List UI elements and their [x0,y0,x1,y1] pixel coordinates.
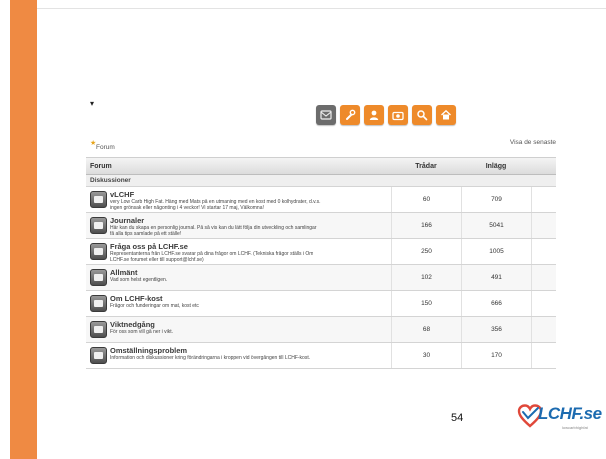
forum-description: ingen grönsak eller någonting i 4 veckor… [110,205,264,211]
last-post-cell [531,265,556,290]
section-heading: Diskussioner [86,175,556,187]
bullet-mark: ▾ [90,99,95,108]
forum-cell: Journaler Här kan du skapa en personlig … [86,213,391,238]
forum-description: få alla tips samlade på ett ställe! [110,231,182,237]
forum-row[interactable]: Omställningsproblem Information och disk… [86,343,556,369]
forum-description: För oss som vill gå ner i vikt. [110,329,174,335]
forum-description: Information och diskussioner kring förän… [110,355,311,361]
forum-title[interactable]: Allmänt [110,268,167,277]
thread-count: 250 [391,239,461,264]
thread-count: 102 [391,265,461,290]
forum-folder-icon [90,321,107,338]
forum-screenshot: ▾ ★ Forum Visa de senaste Forum Trådar I… [86,94,556,389]
forum-cell: Omställningsproblem Information och disk… [86,343,391,368]
forum-icon[interactable] [316,105,336,125]
home-icon[interactable] [436,105,456,125]
user-icon[interactable] [364,105,384,125]
thread-count: 150 [391,291,461,316]
page-number: 54 [451,412,464,424]
wrench-icon[interactable] [340,105,360,125]
forum-title[interactable]: Viktnedgång [110,320,173,329]
post-count: 356 [461,317,531,342]
last-post-cell [531,317,556,342]
logo-text: LCHF.se [538,404,602,423]
last-post-cell [531,343,556,368]
thread-count: 30 [391,343,461,368]
column-threads[interactable]: Trådar [391,163,461,170]
column-forum[interactable]: Forum [86,163,391,170]
forum-row[interactable]: Allmänt Vad som helst egentligen. 102 49… [86,265,556,291]
table-header: Forum Trådar Inlägg [86,157,556,175]
forum-cell: Allmänt Vad som helst egentligen. [86,265,391,290]
forum-title[interactable]: Fråga oss på LCHF.se [110,242,313,251]
forum-row[interactable]: Viktnedgång För oss som vill gå ner i vi… [86,317,556,343]
forum-cell: Om LCHF-kost Frågor och funderingar om m… [86,291,391,316]
search-icon[interactable] [412,105,432,125]
forum-description: Frågor och funderingar om mat, kost etc [110,303,199,309]
forum-cell: Fråga oss på LCHF.se Representanterna fr… [86,239,391,264]
logo-subtitle: lowcarbhighfat [562,425,588,430]
post-count: 709 [461,187,531,212]
thread-count: 60 [391,187,461,212]
last-post-cell [531,187,556,212]
lchf-logo: LCHF.se lowcarbhighfat [517,401,603,433]
forum-cell: vLCHF very Low Carb High Fat. Häng med M… [86,187,391,212]
post-count: 1005 [461,239,531,264]
forum-title[interactable]: vLCHF [110,190,321,199]
camera-icon[interactable] [388,105,408,125]
forum-folder-icon [90,295,107,312]
thread-count: 68 [391,317,461,342]
post-count: 5041 [461,213,531,238]
last-post-cell [531,213,556,238]
forum-folder-icon [90,269,107,286]
forum-table: Forum Trådar Inlägg Diskussioner vLCHF v… [86,157,556,369]
last-post-cell [531,291,556,316]
slide: ▾ ★ Forum Visa de senaste Forum Trådar I… [0,0,606,459]
forum-description: Vad som helst egentligen. [110,277,168,283]
forum-row[interactable]: Om LCHF-kost Frågor och funderingar om m… [86,291,556,317]
forum-folder-icon [90,243,107,260]
breadcrumb[interactable]: Forum [96,144,115,151]
post-count: 491 [461,265,531,290]
header-divider [37,8,606,9]
forum-folder-icon [90,347,107,364]
forum-row[interactable]: Fråga oss på LCHF.se Representanterna fr… [86,239,556,265]
forum-rows: vLCHF very Low Carb High Fat. Häng med M… [86,187,556,369]
post-count: 170 [461,343,531,368]
forum-title[interactable]: Omställningsproblem [110,346,310,355]
post-count: 666 [461,291,531,316]
last-post-cell [531,239,556,264]
forum-cell: Viktnedgång För oss som vill gå ner i vi… [86,317,391,342]
forum-title[interactable]: Om LCHF-kost [110,294,199,303]
forum-title[interactable]: Journaler [110,216,317,225]
forum-description: LCHF.se forumet eller till support@lchf.… [110,257,204,263]
forum-folder-icon [90,191,107,208]
forum-folder-icon [90,217,107,234]
forum-nav-icons [316,105,456,125]
view-latest-link[interactable]: Visa de senaste [510,139,556,146]
forum-row[interactable]: Journaler Här kan du skapa en personlig … [86,213,556,239]
accent-bar [10,0,37,459]
column-posts[interactable]: Inlägg [461,163,531,170]
forum-row[interactable]: vLCHF very Low Carb High Fat. Häng med M… [86,187,556,213]
thread-count: 166 [391,213,461,238]
